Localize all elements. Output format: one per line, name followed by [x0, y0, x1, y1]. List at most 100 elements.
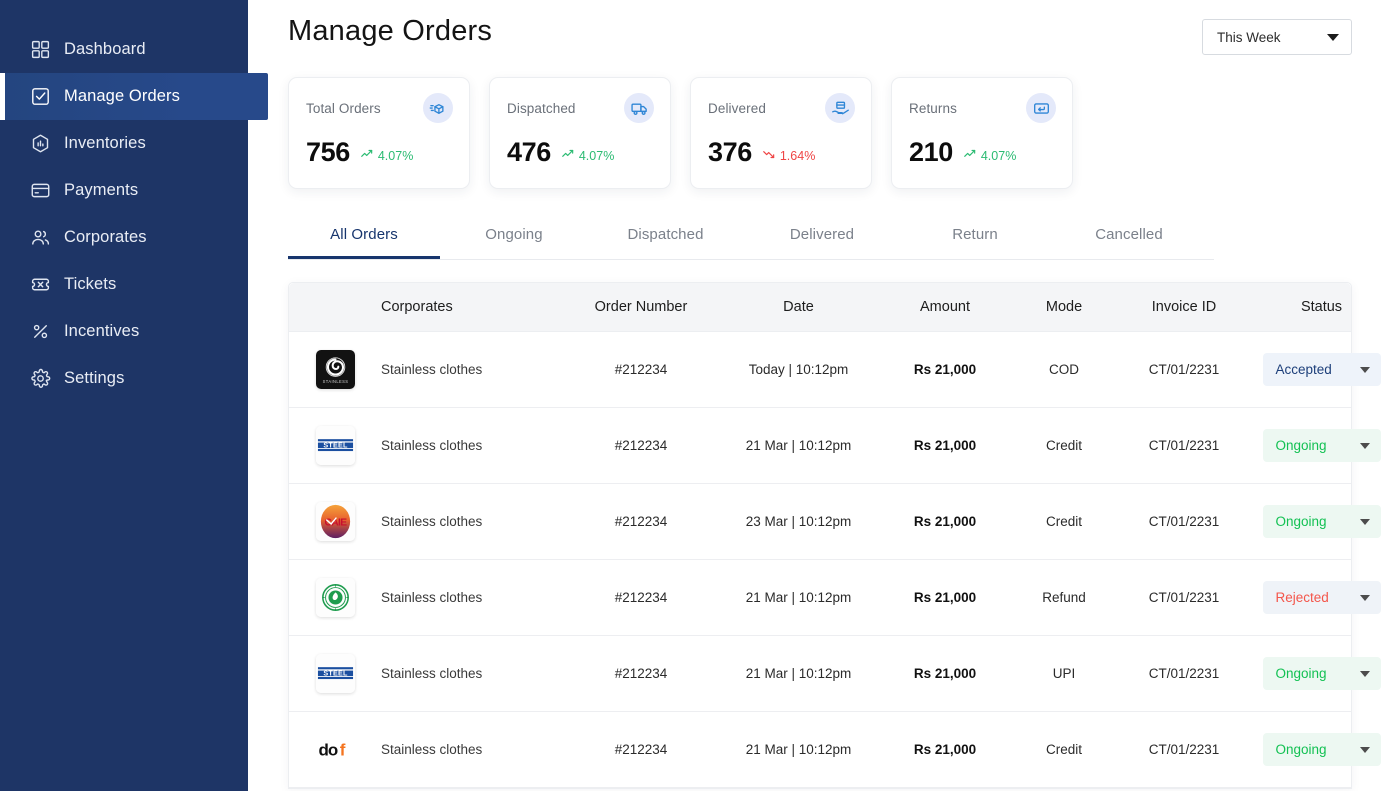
- cell-row-menu: [1394, 508, 1400, 535]
- column-header-amount: Amount: [881, 299, 1009, 315]
- svg-text:STAINLESS: STAINLESS: [322, 379, 348, 384]
- sidebar-item-corporates[interactable]: Corporates: [0, 214, 248, 261]
- sidebar-item-label: Incentives: [64, 323, 139, 340]
- stat-card-value: 756: [306, 137, 350, 168]
- chevron-down-icon: [1360, 671, 1370, 677]
- svg-text:do: do: [318, 740, 337, 759]
- main-content: Manage Orders This Week Total Orders7564…: [248, 0, 1400, 791]
- sidebar-item-tickets[interactable]: Tickets: [0, 261, 248, 308]
- stat-card-top: Total Orders: [306, 93, 453, 123]
- steel-blue-logo: STEEL: [316, 426, 355, 465]
- order-status-tabs: All OrdersOngoingDispatchedDeliveredRetu…: [288, 216, 1214, 260]
- stat-card-bottom: 7564.07%: [306, 137, 453, 168]
- stat-card-label: Dispatched: [507, 101, 576, 116]
- cell-invoice-id: CT/01/2231: [1119, 514, 1249, 529]
- tab-ongoing[interactable]: Ongoing: [440, 216, 588, 259]
- date-range-select[interactable]: This Week: [1202, 19, 1352, 55]
- svg-text:STEEL: STEEL: [323, 440, 348, 449]
- cell-corporate: Stainless clothes: [381, 362, 566, 377]
- status-badge-label: Ongoing: [1276, 666, 1327, 681]
- cell-invoice-id: CT/01/2231: [1119, 362, 1249, 377]
- stat-card-label: Total Orders: [306, 101, 381, 116]
- cell-invoice-id: CT/01/2231: [1119, 666, 1249, 681]
- status-badge-accepted[interactable]: Accepted: [1263, 353, 1381, 386]
- cell-invoice-id: CT/01/2231: [1119, 438, 1249, 453]
- cell-corporate: Stainless clothes: [381, 590, 566, 605]
- stat-card-total-orders: Total Orders 7564.07%: [288, 77, 470, 189]
- stat-card-delta: 1.64%: [762, 147, 815, 164]
- table-row: CAIEStainless clothes#21223423 Mar | 10:…: [289, 484, 1351, 560]
- grid-icon: [29, 39, 51, 61]
- sidebar-item-inventories[interactable]: Inventories: [0, 120, 248, 167]
- status-badge-label: Accepted: [1276, 362, 1332, 377]
- cell-invoice-id: CT/01/2231: [1119, 590, 1249, 605]
- table-row: STEELStainless clothes#21223421 Mar | 10…: [289, 408, 1351, 484]
- status-badge-label: Ongoing: [1276, 438, 1327, 453]
- stat-card-label: Delivered: [708, 101, 766, 116]
- cell-date: 21 Mar | 10:12pm: [716, 742, 881, 757]
- status-badge-ongoing[interactable]: Ongoing: [1263, 429, 1381, 462]
- cell-corporate: Stainless clothes: [381, 514, 566, 529]
- sidebar-item-label: Settings: [64, 370, 124, 387]
- cell-mode: Refund: [1009, 590, 1119, 605]
- tab-cancelled[interactable]: Cancelled: [1049, 216, 1209, 259]
- table-header-row: Corporates Order Number Date Amount Mode…: [289, 283, 1351, 332]
- cell-invoice-id: CT/01/2231: [1119, 742, 1249, 757]
- status-badge-rejected[interactable]: Rejected: [1263, 581, 1381, 614]
- corporate-logo-cell: STAINLESS: [289, 350, 381, 389]
- cell-order-number: #212234: [566, 514, 716, 529]
- cell-mode: COD: [1009, 362, 1119, 377]
- cell-status: Ongoing: [1249, 733, 1394, 766]
- sidebar-item-dashboard[interactable]: Dashboard: [0, 26, 248, 73]
- cell-row-menu: [1394, 736, 1400, 763]
- cell-amount: Rs 21,000: [881, 666, 1009, 681]
- trend-up-icon: [561, 147, 575, 164]
- stat-card-bottom: 376 1.64%: [708, 137, 855, 168]
- page-header: Manage Orders This Week: [288, 0, 1352, 55]
- tab-dispatched[interactable]: Dispatched: [588, 216, 743, 259]
- stat-card-delivered: Delivered 376 1.64%: [690, 77, 872, 189]
- checkbox-icon: [29, 86, 51, 108]
- stat-card-value: 376: [708, 137, 752, 168]
- cell-order-number: #212234: [566, 362, 716, 377]
- status-badge-ongoing[interactable]: Ongoing: [1263, 505, 1381, 538]
- stat-card-delta: 4.07%: [963, 147, 1016, 164]
- status-badge-ongoing[interactable]: Ongoing: [1263, 733, 1381, 766]
- cell-order-number: #212234: [566, 590, 716, 605]
- table-body: STAINLESSStainless clothes#212234Today |…: [289, 332, 1351, 788]
- delivery-truck-icon: [624, 93, 654, 123]
- package-shipping-icon: [423, 93, 453, 123]
- cell-mode: Credit: [1009, 438, 1119, 453]
- dof-wordmark-logo: dof: [316, 730, 355, 769]
- gear-icon: [29, 368, 51, 390]
- orders-table: Corporates Order Number Date Amount Mode…: [288, 282, 1352, 789]
- sidebar-item-incentives[interactable]: Incentives: [0, 308, 248, 355]
- cell-status: Rejected: [1249, 581, 1394, 614]
- chevron-down-icon: [1360, 595, 1370, 601]
- corporate-logo-cell: [289, 578, 381, 617]
- table-row: Stainless clothes#21223421 Mar | 10:12pm…: [289, 560, 1351, 636]
- cell-corporate: Stainless clothes: [381, 666, 566, 681]
- chevron-down-icon: [1360, 519, 1370, 525]
- cell-date: Today | 10:12pm: [716, 362, 881, 377]
- tab-all-orders[interactable]: All Orders: [288, 216, 440, 259]
- trend-down-icon: [762, 147, 776, 164]
- tab-return[interactable]: Return: [901, 216, 1049, 259]
- trend-up-icon: [360, 147, 374, 164]
- page-title: Manage Orders: [288, 14, 492, 49]
- cell-status: Accepted: [1249, 353, 1394, 386]
- chevron-down-icon: [1360, 443, 1370, 449]
- sidebar-item-settings[interactable]: Settings: [0, 355, 248, 402]
- sidebar-item-manage-orders[interactable]: Manage Orders: [0, 73, 268, 120]
- sidebar-item-payments[interactable]: Payments: [0, 167, 248, 214]
- column-header-status: Status: [1249, 299, 1394, 315]
- tab-delivered[interactable]: Delivered: [743, 216, 901, 259]
- stat-card-value: 476: [507, 137, 551, 168]
- hand-package-icon: [825, 93, 855, 123]
- corporate-logo-cell: CAIE: [289, 502, 381, 541]
- table-row: STAINLESS Stainless clothes#212234Today |…: [289, 332, 1351, 408]
- stat-card-top: Dispatched: [507, 93, 654, 123]
- status-badge-ongoing[interactable]: Ongoing: [1263, 657, 1381, 690]
- status-badge-label: Rejected: [1276, 590, 1329, 605]
- cell-corporate: Stainless clothes: [381, 438, 566, 453]
